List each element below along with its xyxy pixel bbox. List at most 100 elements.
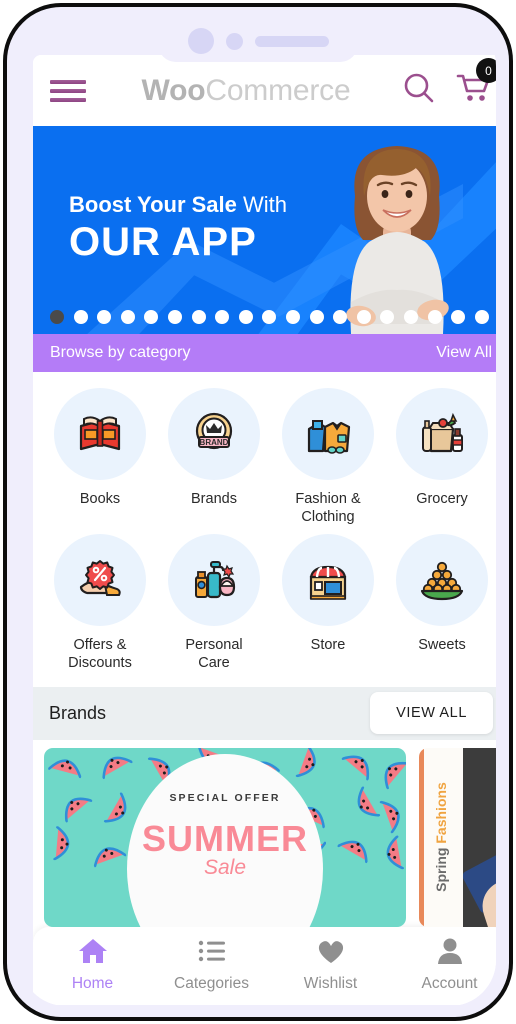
page-title: WooCommerce [90, 74, 402, 108]
category-item-sweets[interactable]: Sweets [385, 534, 496, 672]
nav-item-label: Home [71, 975, 114, 992]
watermelon-slice-icon [56, 792, 93, 823]
personal-care-icon [168, 534, 260, 627]
category-grid: Books BRAND Brands Fashion & Clothing Gro… [33, 372, 496, 687]
category-item-label: Offers & Discounts [68, 637, 132, 672]
app-bar: WooCommerce 0 [33, 55, 496, 126]
hamburger-menu-icon[interactable] [50, 79, 86, 102]
spring-text: Spring [433, 843, 449, 893]
hero-headline-bold: Boost Your Sale [69, 192, 237, 217]
hero-dot-12[interactable] [309, 310, 324, 324]
spring-fashions-sidebar: Spring Fashions [419, 747, 463, 927]
spring-fashions-label: Spring Fashions [433, 783, 449, 893]
category-item-fashion-clothing[interactable]: Fashion & Clothing [271, 388, 385, 526]
hero-carousel-dots[interactable] [33, 310, 496, 324]
hero-dot-15[interactable] [380, 310, 395, 324]
brand-badge-icon: BRAND [168, 388, 260, 480]
watermelon-slice-icon [374, 758, 406, 790]
hero-dot-9[interactable] [238, 310, 253, 324]
discount-hand-icon [54, 534, 146, 627]
hero-dot-19[interactable] [474, 310, 489, 324]
hero-dot-4[interactable] [120, 310, 135, 324]
cart-button[interactable]: 0 [456, 58, 496, 109]
speaker-bar-icon [254, 35, 329, 47]
sale-subhead: Sale [203, 855, 247, 879]
watermelon-slice-icon [346, 786, 381, 817]
hero-dot-6[interactable] [167, 310, 182, 324]
hero-dot-16[interactable] [403, 310, 418, 324]
grocery-bag-icon [396, 388, 488, 480]
nav-item-account[interactable]: Account [390, 937, 496, 993]
hero-woman-illustration [346, 146, 449, 334]
brands-section-title: Brands [49, 702, 107, 723]
category-item-label: Sweets [418, 637, 466, 654]
hero-dot-10[interactable] [262, 310, 277, 324]
phone-bezel: WooCommerce 0 Boost Your Sale With OUR A… [20, 20, 496, 1006]
category-item-label: Grocery [416, 491, 468, 507]
app-screen: WooCommerce 0 Boost Your Sale With OUR A… [33, 55, 496, 1005]
sensor-dot-icon [225, 32, 243, 50]
category-item-brands[interactable]: BRAND Brands [157, 388, 271, 526]
category-view-all-link[interactable]: View All [436, 344, 492, 362]
hero-dot-7[interactable] [191, 310, 206, 324]
cart-count-badge: 0 [476, 58, 496, 83]
category-item-offers-discounts[interactable]: Offers & Discounts [43, 534, 157, 672]
phone-frame: WooCommerce 0 Boost Your Sale With OUR A… [3, 3, 513, 1021]
hero-dot-3[interactable] [97, 310, 112, 324]
camera-dot-icon [187, 28, 214, 54]
category-item-label: Store [310, 637, 346, 654]
brand-commerce: Commerce [205, 73, 351, 107]
brands-view-all-button[interactable]: VIEW ALL [370, 692, 493, 735]
hero-dot-13[interactable] [333, 310, 348, 324]
hero-dot-8[interactable] [215, 310, 230, 324]
orange-accent-strip [419, 747, 424, 927]
spring-fashions-photo [463, 747, 496, 927]
fashions-text: Fashions [433, 782, 449, 844]
user-icon [435, 937, 465, 970]
hero-text-block: Boost Your Sale With OUR APP [69, 192, 287, 265]
watermelon-slice-icon [341, 750, 378, 781]
brands-card-strip[interactable]: SPECIAL OFFER SUMMER Sale Spring Fashion… [33, 739, 496, 927]
brands-section: Brands VIEW ALL SPECIAL OFFER SUMMER Sal… [33, 686, 496, 927]
list-icon [197, 937, 227, 970]
search-icon[interactable] [402, 71, 436, 110]
hero-dot-14[interactable] [356, 310, 371, 324]
watermelon-slice-icon [374, 835, 406, 870]
hero-dot-17[interactable] [427, 310, 442, 324]
watermelon-slice-icon [337, 834, 374, 863]
nav-item-categories[interactable]: Categories [152, 937, 271, 993]
brand-card-summer-sale[interactable]: SPECIAL OFFER SUMMER Sale [44, 747, 406, 927]
hero-dot-5[interactable] [144, 310, 159, 324]
category-section-title: Browse by category [50, 344, 191, 361]
watermelon-slice-icon [103, 792, 138, 823]
hero-dot-2[interactable] [73, 310, 88, 324]
phone-notch [158, 20, 358, 62]
nav-item-home[interactable]: Home [33, 937, 152, 993]
hero-dot-18[interactable] [451, 310, 466, 324]
bottom-navigation: Home Categories Wishlist Account [33, 927, 496, 1005]
nav-item-label: Wishlist [303, 975, 358, 992]
hero-dot-11[interactable] [285, 310, 300, 324]
category-item-books[interactable]: Books [43, 388, 157, 526]
clothing-icon [282, 388, 374, 480]
category-item-personal-care[interactable]: Personal Care [157, 534, 271, 672]
watermelon-slice-icon [47, 752, 84, 778]
brand-card-spring-fashions[interactable]: Spring Fashions [419, 747, 496, 927]
nav-item-label: Categories [174, 975, 249, 992]
category-item-grocery[interactable]: Grocery [385, 388, 496, 526]
watermelon-slice-icon [96, 750, 133, 779]
hero-headline-light: With [243, 192, 288, 217]
category-item-label: Books [79, 491, 121, 507]
svg-text:BRAND: BRAND [200, 438, 229, 447]
hero-dot-1[interactable] [50, 310, 64, 324]
nav-item-label: Account [421, 975, 478, 992]
category-section-header: Browse by category View All [33, 334, 496, 372]
category-item-label: Brands [191, 491, 237, 507]
home-icon [78, 937, 108, 970]
special-offer-label: SPECIAL OFFER [169, 791, 281, 804]
category-item-store[interactable]: Store [271, 534, 385, 672]
open-book-icon [54, 388, 146, 480]
hero-banner[interactable]: Boost Your Sale With OUR APP [33, 126, 496, 334]
nav-item-wishlist[interactable]: Wishlist [271, 937, 390, 993]
watermelon-slice-icon [378, 800, 406, 834]
